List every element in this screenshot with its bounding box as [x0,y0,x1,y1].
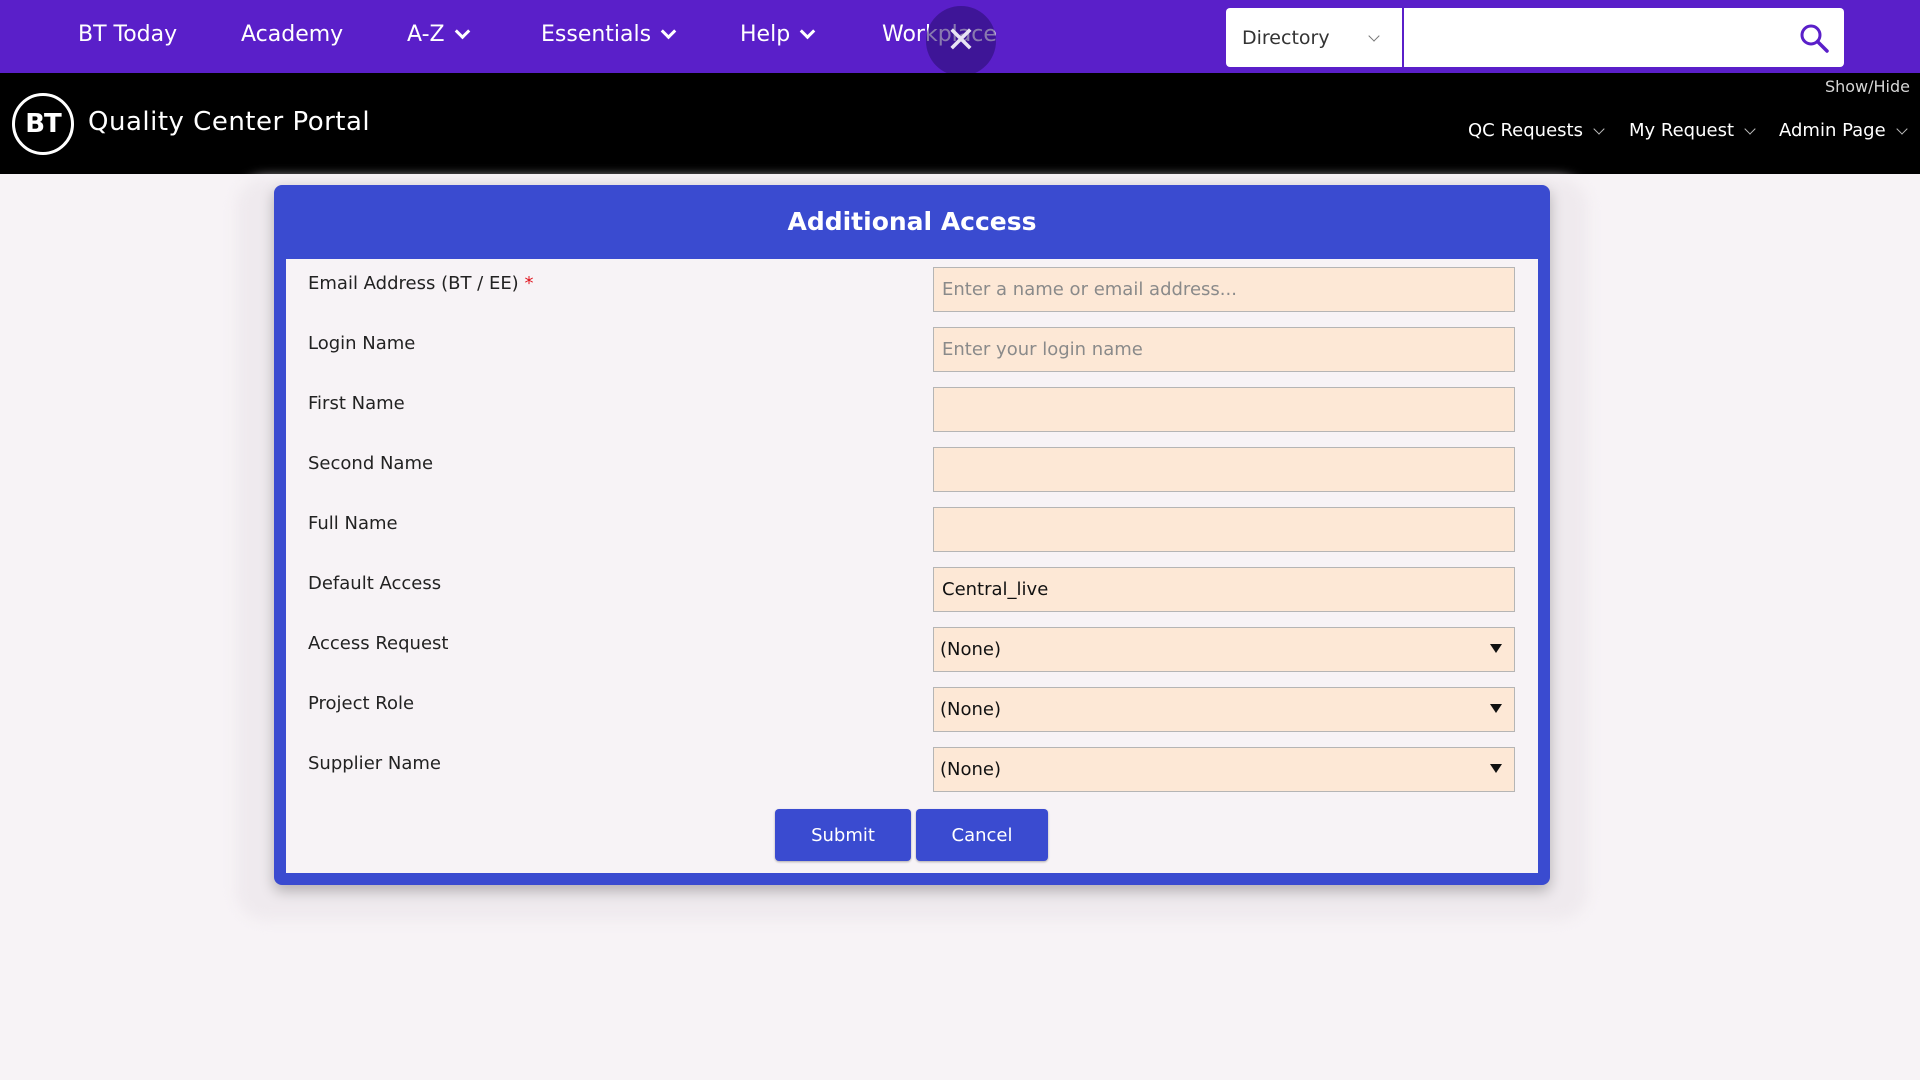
chevron-down-icon [1593,122,1605,135]
menu-qc-requests[interactable]: QC Requests [1468,120,1605,141]
dropdown-arrow-icon [1490,644,1502,653]
supplier-name-label: Supplier Name [308,753,441,774]
second-name-label: Second Name [308,453,434,474]
project-role-value: (None) [940,699,1002,720]
second-name-field[interactable] [933,447,1515,492]
cancel-button[interactable]: Cancel [916,809,1048,861]
email-label-text: Email Address (BT / EE) [308,273,519,294]
menu-my-request[interactable]: My Request [1629,120,1756,141]
first-name-field[interactable] [933,387,1515,432]
login-name-label: Login Name [308,333,416,354]
show-hide-link[interactable]: Show/Hide [1825,77,1910,96]
nav-academy[interactable]: Academy [241,22,343,47]
menu-admin-page[interactable]: Admin Page [1779,120,1908,141]
chevron-down-icon [1368,30,1380,42]
dropdown-arrow-icon [1490,704,1502,713]
login-name-field[interactable] [933,327,1515,372]
supplier-name-value: (None) [940,759,1002,780]
access-request-value: (None) [940,639,1002,660]
directory-search-input[interactable] [1404,8,1844,67]
bt-logo[interactable]: BT [12,93,74,155]
supplier-name-select[interactable]: (None) [933,747,1515,792]
chevron-down-icon [799,23,816,40]
dialog-title: Additional Access [787,207,1037,236]
portal-header: BT Quality Center Portal Show/Hide QC Re… [0,73,1920,174]
dropdown-arrow-icon [1490,764,1502,773]
nav-essentials-label: Essentials [541,22,652,47]
dialog-form: Email Address (BT / EE) * Login Name Fir… [286,259,1538,873]
email-label: Email Address (BT / EE) * [308,273,533,294]
default-access-field[interactable] [933,567,1515,612]
portal-title: Quality Center Portal [88,107,371,137]
directory-select[interactable]: Directory [1226,8,1404,67]
full-name-field[interactable] [933,507,1515,552]
chevron-down-icon [1896,122,1908,135]
chevron-down-icon [454,23,470,40]
top-nav-bar: BT Today Academy A-Z Essentials Help Wor… [0,0,1920,76]
chevron-down-icon [1744,122,1756,135]
nav-help-label: Help [740,22,791,47]
default-access-label: Default Access [308,573,442,594]
nav-a-z-label: A-Z [407,22,445,47]
project-role-select[interactable]: (None) [933,687,1515,732]
access-request-label: Access Request [308,633,449,654]
nav-a-z[interactable]: A-Z [407,22,470,47]
nav-help[interactable]: Help [740,22,816,47]
close-icon[interactable]: ✕ [926,6,996,76]
access-request-select[interactable]: (None) [933,627,1515,672]
directory-select-label: Directory [1242,26,1330,49]
submit-button[interactable]: Submit [775,809,911,861]
menu-my-request-label: My Request [1629,120,1735,141]
bt-logo-text: BT [25,109,62,139]
project-role-label: Project Role [308,693,415,714]
additional-access-dialog: Additional Access Email Address (BT / EE… [274,185,1550,885]
email-field[interactable] [933,267,1515,312]
first-name-label: First Name [308,393,405,414]
nav-essentials[interactable]: Essentials [541,22,677,47]
chevron-down-icon [660,23,677,40]
menu-qc-requests-label: QC Requests [1468,120,1583,141]
required-marker: * [524,273,534,294]
nav-bt-today-label: BT Today [78,22,178,47]
full-name-label: Full Name [308,513,398,534]
nav-academy-label: Academy [241,22,344,47]
search-icon[interactable] [1798,22,1830,54]
nav-bt-today[interactable]: BT Today [78,22,177,47]
menu-admin-page-label: Admin Page [1779,120,1886,141]
